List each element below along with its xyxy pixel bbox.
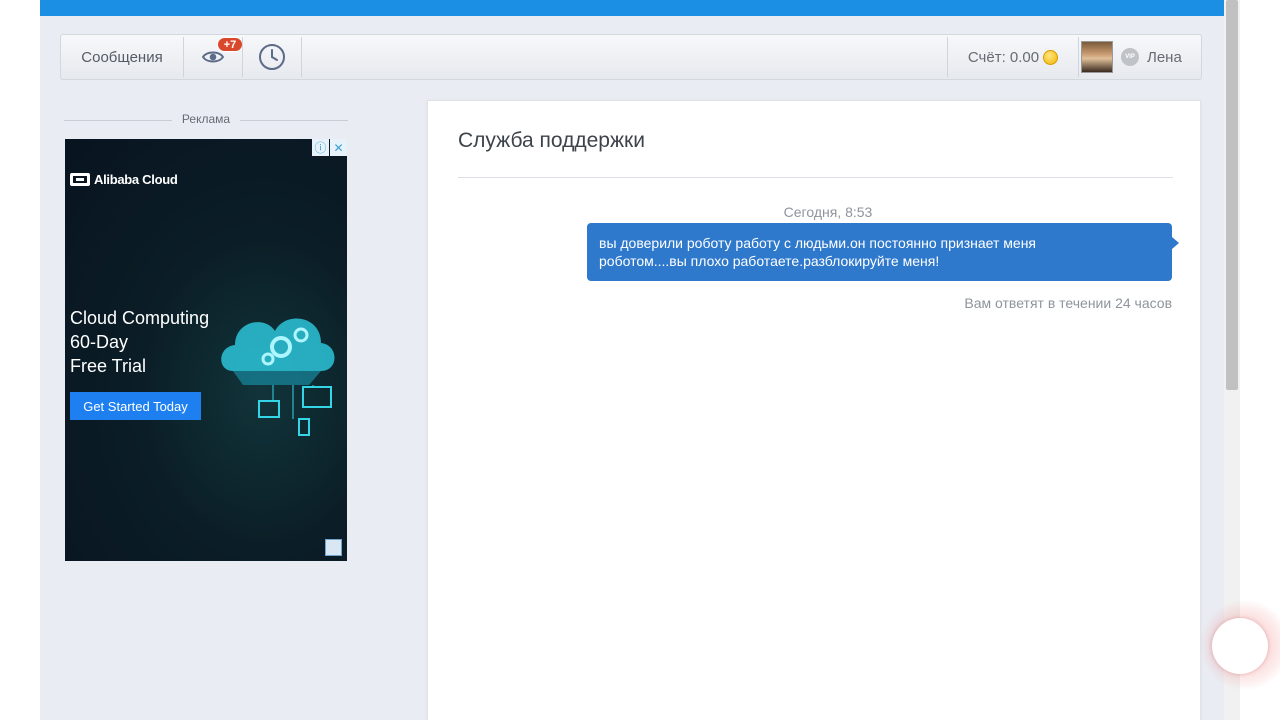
- page-title: Служба поддержки: [458, 129, 645, 152]
- ad-info-icon[interactable]: ⓘ: [312, 139, 329, 156]
- left-margin: [0, 0, 40, 720]
- ad-network-icon[interactable]: [325, 539, 342, 556]
- ad-headline-line: Cloud Computing: [70, 308, 210, 328]
- ad-headline-line: 60-Day: [70, 332, 129, 352]
- clock-icon: [259, 44, 285, 70]
- ad-choices: ⓘ ✕: [312, 139, 347, 156]
- views-count-badge: +7: [217, 37, 243, 52]
- ad-close-icon[interactable]: ✕: [330, 139, 347, 156]
- user-name[interactable]: Лена: [1147, 49, 1182, 66]
- messages-tab[interactable]: Сообщения: [61, 35, 183, 79]
- ad-label-wrap: Реклама: [64, 112, 348, 126]
- ad-headline-line: Free Trial: [70, 356, 147, 376]
- ad-headline: Cloud Computing 60-Day Free Trial: [70, 306, 209, 378]
- ad-cta-button[interactable]: Get Started Today: [70, 392, 201, 420]
- page-area: Сообщения +7 Счёт: 0.00 VIP Лена Реклама…: [40, 0, 1224, 720]
- message-bubble: вы доверили роботу работу с людьми.он по…: [587, 223, 1179, 281]
- eye-icon: [202, 51, 224, 63]
- toolbar-divider: [301, 37, 302, 77]
- reply-time-note: Вам ответят в течении 24 часов: [964, 295, 1172, 311]
- messages-label: Сообщения: [81, 48, 163, 66]
- message-timestamp: Сегодня, 8:53: [783, 204, 873, 220]
- balance-label: Счёт: 0.00: [967, 48, 1040, 66]
- ad-banner[interactable]: ⓘ ✕ Alibaba Cloud Cloud Computing 60-Day…: [65, 139, 347, 561]
- message-line: вы доверили роботу работу с людьми.он по…: [599, 235, 1037, 251]
- message-line: роботом....вы плохо работаете.разблокиру…: [599, 253, 940, 269]
- support-chat-panel: Служба поддержки Сегодня, 8:53 вы довери…: [427, 100, 1201, 720]
- avatar[interactable]: [1081, 41, 1113, 73]
- ad-brand-name: Alibaba Cloud: [94, 172, 178, 187]
- vip-badge-icon: VIP: [1121, 48, 1139, 66]
- ad-brand-logo: Alibaba Cloud: [70, 172, 178, 187]
- balance-display[interactable]: Счёт: 0.00: [948, 35, 1078, 79]
- top-toolbar: Сообщения +7 Счёт: 0.00 VIP Лена: [60, 34, 1202, 80]
- user-profile-link[interactable]: VIP Лена: [1079, 35, 1203, 79]
- alibaba-cloud-logo-icon: [70, 173, 90, 186]
- ad-label-row: Реклама: [64, 112, 348, 128]
- scrollbar-thumb[interactable]: [1226, 0, 1238, 390]
- cloud-gears-icon: [221, 318, 335, 436]
- floating-chat-button[interactable]: [1212, 618, 1268, 674]
- top-header-bar: [40, 0, 1224, 16]
- history-button[interactable]: [243, 35, 301, 79]
- coin-icon: [1043, 49, 1059, 65]
- ad-label: Реклама: [171, 112, 241, 126]
- title-divider: [458, 177, 1173, 178]
